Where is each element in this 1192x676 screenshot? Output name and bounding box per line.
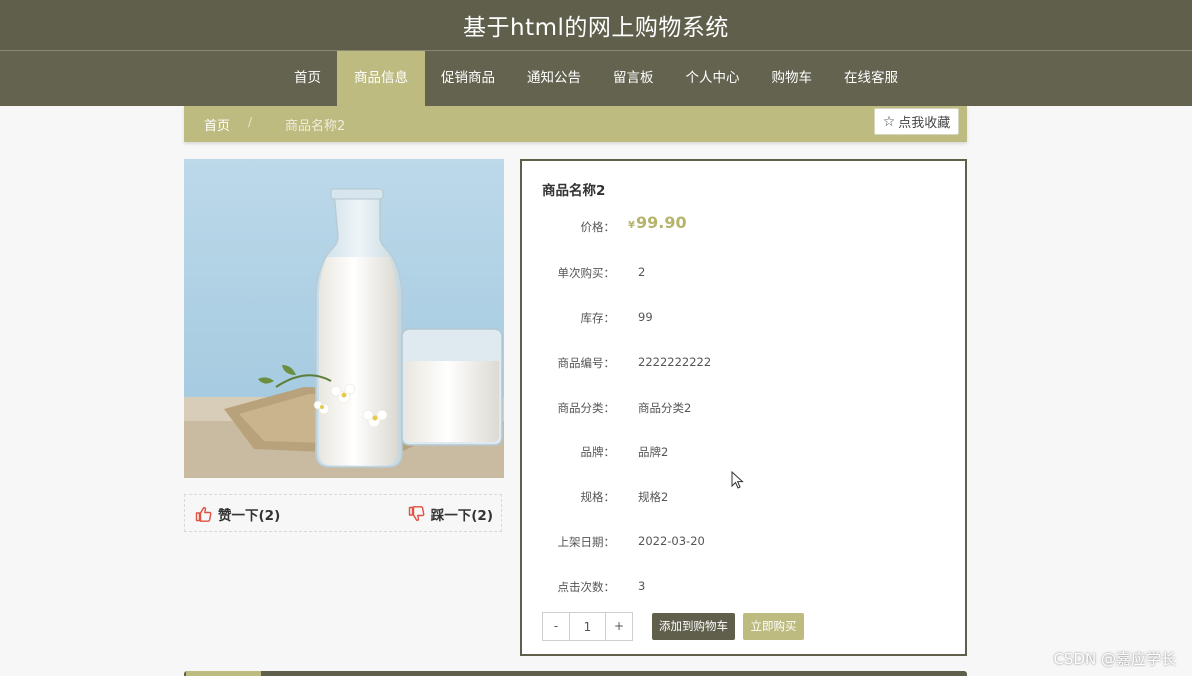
section-tab-bar (184, 671, 967, 676)
quantity-increase-button[interactable]: + (606, 613, 632, 640)
field-label: 规格： (580, 490, 616, 504)
thumbs-up-icon (195, 506, 212, 522)
field-row-product-id: 商品编号： 2222222222 (522, 355, 962, 375)
thumbs-down-icon (408, 506, 425, 522)
field-row-click-count: 点击次数： 3 (522, 579, 962, 599)
field-row-category: 商品分类： 商品分类2 (522, 400, 962, 420)
price-value: ¥99.90 (628, 213, 687, 232)
dislike-count-label: 踩一下(2) (430, 508, 493, 524)
field-row-brand: 品牌： 品牌2 (522, 444, 962, 464)
field-value: 2022-03-20 (638, 534, 705, 548)
nav-item-promotions[interactable]: 促销商品 (425, 51, 511, 106)
star-outline-icon: ☆ (882, 113, 896, 130)
like-button[interactable]: 赞一下(2) (195, 504, 280, 524)
like-count-label: 赞一下(2) (218, 508, 281, 524)
vote-box: 赞一下(2) 踩一下(2) (184, 494, 502, 532)
price-row: 价格： ¥99.90 (522, 213, 962, 239)
field-label: 商品编号： (557, 356, 616, 370)
quantity-decrease-button[interactable]: - (543, 613, 569, 640)
field-value: 99 (638, 310, 653, 324)
nav-item-online-service[interactable]: 在线客服 (828, 51, 914, 106)
currency-symbol: ¥ (628, 220, 635, 231)
price-label: 价格： (580, 220, 616, 234)
favorite-button-label: 点我收藏 (898, 116, 951, 131)
nav-item-notices[interactable]: 通知公告 (511, 51, 597, 106)
field-label: 上架日期： (557, 535, 616, 549)
add-to-cart-button[interactable]: 添加到购物车 (652, 613, 735, 640)
field-value: 规格2 (638, 490, 669, 504)
breadcrumb: 首页 / 商品名称2 ☆ 点我收藏 (184, 106, 967, 142)
field-value: 2222222222 (638, 355, 712, 369)
breadcrumb-home-link[interactable]: 首页 (204, 115, 230, 134)
product-image (184, 159, 504, 478)
favorite-button[interactable]: ☆ 点我收藏 (874, 108, 959, 135)
field-value: 2 (638, 265, 646, 279)
field-value: 品牌2 (638, 445, 669, 459)
nav-item-home[interactable]: 首页 (278, 51, 337, 106)
field-row-listing-date: 上架日期： 2022-03-20 (522, 534, 962, 554)
field-label: 点击次数： (557, 580, 616, 594)
nav-item-user-center[interactable]: 个人中心 (670, 51, 756, 106)
field-label: 库存： (580, 311, 616, 325)
nav-item-products[interactable]: 商品信息 (337, 51, 425, 106)
buy-now-button[interactable]: 立即购买 (743, 613, 804, 640)
price-amount: 99.90 (635, 213, 687, 232)
quantity-input[interactable] (569, 613, 606, 640)
quantity-stepper: - + (542, 612, 633, 641)
field-label: 商品分类： (557, 401, 616, 415)
field-label: 单次购买： (557, 266, 616, 280)
site-header: 基于html的网上购物系统 (0, 0, 1192, 51)
mouse-cursor-icon (731, 471, 744, 489)
nav-item-message-board[interactable]: 留言板 (597, 51, 670, 106)
watermark: CSDN @嘉应学长 (1053, 650, 1176, 668)
field-value: 3 (638, 579, 646, 593)
field-row-stock: 库存： 99 (522, 310, 962, 330)
field-row-purchase-limit: 单次购买： 2 (522, 265, 962, 285)
nav-item-cart[interactable]: 购物车 (756, 51, 829, 106)
breadcrumb-current: 商品名称2 (285, 119, 346, 134)
field-row-spec: 规格： 规格2 (522, 489, 962, 509)
main-nav: 首页 商品信息 促销商品 通知公告 留言板 个人中心 购物车 在线客服 (0, 51, 1192, 106)
field-label: 品牌： (580, 445, 616, 459)
breadcrumb-separator: / (248, 115, 253, 129)
site-title: 基于html的网上购物系统 (463, 15, 729, 41)
product-name: 商品名称2 (542, 183, 606, 199)
section-tab-active[interactable] (186, 671, 261, 676)
field-value: 商品分类2 (638, 401, 692, 415)
product-detail-panel: 商品名称2 价格： ¥99.90 单次购买： 2 库存： 99 商品编号： 22… (520, 159, 967, 656)
dislike-button[interactable]: 踩一下(2) (408, 504, 493, 524)
